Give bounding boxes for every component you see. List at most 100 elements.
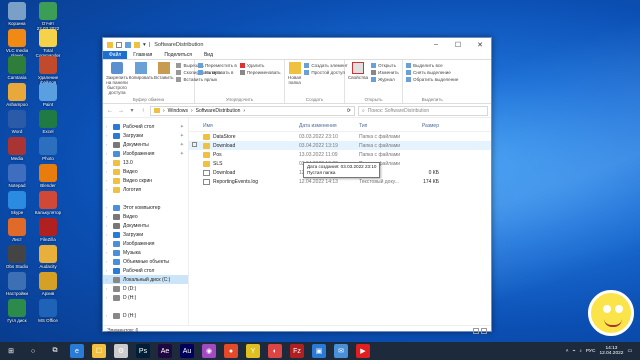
select-all-button[interactable]: Выделить все	[406, 63, 458, 68]
minimize-button[interactable]: –	[425, 38, 447, 51]
desktop-icon[interactable]: Настройки	[2, 272, 32, 301]
easy-access-button[interactable]: Простой доступ	[304, 70, 348, 75]
desktop-icon[interactable]: Photo	[33, 137, 63, 166]
language-indicator[interactable]: РУС	[586, 349, 596, 354]
chevron-up-icon[interactable]: ˄	[566, 349, 569, 354]
details-view-icon[interactable]	[473, 327, 479, 334]
forward-arrow-icon[interactable]: →	[117, 108, 125, 114]
chevron-right-icon[interactable]: ›	[106, 295, 110, 300]
chevron-down-icon[interactable]: ▾	[128, 107, 136, 114]
nav-item[interactable]: › Видео	[103, 212, 188, 221]
pin-icon[interactable]: ✦	[180, 124, 184, 130]
column-modified[interactable]: Дата изменения	[299, 123, 359, 129]
chevron-right-icon[interactable]: ›	[106, 277, 110, 282]
file-row[interactable]: DataStore 03.03.2022 23:10 Папка с файлами	[189, 132, 491, 141]
desktop-icon[interactable]: Media	[2, 137, 32, 166]
nav-item[interactable]: › D (H:)	[103, 293, 188, 302]
chevron-right-icon[interactable]: ›	[106, 124, 110, 129]
desktop-icon[interactable]: Удаление файлов	[33, 56, 63, 85]
file-row[interactable]: ReportingEvents.log 12.04.2022 14:13 Текст…	[189, 177, 491, 186]
column-size[interactable]: Размер	[409, 123, 439, 129]
new-item-button[interactable]: Создать элемент	[304, 63, 348, 68]
nav-item[interactable]: › Локальный диск (C:)	[103, 275, 188, 284]
desktop-icon[interactable]: Word	[2, 110, 32, 139]
chevron-right-icon[interactable]: ›	[106, 178, 110, 183]
desktop-icon[interactable]: Camtasia	[2, 56, 32, 85]
taskbar-app[interactable]: ⚙	[114, 344, 128, 358]
taskbar-app[interactable]: ▶	[356, 344, 370, 358]
nav-item[interactable]: › Рабочий стол	[103, 266, 188, 275]
nav-item[interactable]: › Объемные объекты	[103, 257, 188, 266]
taskbar-app[interactable]: ◐	[268, 344, 282, 358]
paste-button[interactable]: Вставить	[154, 62, 173, 101]
desktop-icon[interactable]: Отчёт 22.03.2022	[33, 2, 63, 31]
chevron-right-icon[interactable]: ›	[106, 187, 110, 192]
desktop-icon[interactable]: Notepad	[2, 164, 32, 193]
taskbar-app[interactable]: ⧉	[48, 344, 62, 358]
nav-item[interactable]: › Видео	[103, 167, 188, 176]
chevron-right-icon[interactable]: ›	[106, 286, 110, 291]
chevron-right-icon[interactable]: ›	[106, 151, 110, 156]
desktop-icon[interactable]: Total Commander	[33, 29, 63, 58]
taskbar-app[interactable]: ✉	[334, 344, 348, 358]
column-name[interactable]: Имя	[203, 123, 299, 129]
pin-icon[interactable]: ✦	[180, 133, 184, 139]
copy-to-button[interactable]: Копировать в	[198, 70, 237, 75]
column-type[interactable]: Тип	[359, 123, 409, 129]
pin-icon[interactable]: ✦	[180, 151, 184, 157]
open-button[interactable]: Открыть	[371, 63, 399, 68]
search-input[interactable]: ⌕ Поиск: SoftwareDistribution	[358, 105, 488, 116]
desktop-icon[interactable]: Audacity	[33, 245, 63, 274]
desktop-icon[interactable]: Paint	[33, 83, 63, 112]
network-icon[interactable]: ⌁	[573, 349, 576, 354]
rename-button[interactable]: Переименовать	[239, 70, 281, 75]
address-bar[interactable]: › Windows › SoftwareDistribution › ⟳	[150, 105, 355, 116]
chevron-right-icon[interactable]: ›	[106, 223, 110, 228]
desktop-icon[interactable]: Excel	[33, 110, 63, 139]
nav-item[interactable]: › Рабочий стол ✦	[103, 122, 188, 131]
nav-item[interactable]: › Этот компьютер	[103, 203, 188, 212]
chevron-down-icon[interactable]: ▾	[143, 42, 146, 48]
invert-selection-button[interactable]: Обратить выделение	[406, 77, 458, 82]
chevron-right-icon[interactable]: ›	[106, 169, 110, 174]
desktop-icon[interactable]: Obs Studio	[2, 245, 32, 274]
pin-button[interactable]: Закрепить на панели быстрого доступа	[106, 62, 128, 101]
volume-icon[interactable]: ♪	[579, 349, 581, 354]
nav-item[interactable]: › Музыка	[103, 248, 188, 257]
tab-home[interactable]: Главная	[127, 51, 158, 59]
desktop-icon[interactable]: Калькулятор	[33, 191, 63, 220]
select-none-button[interactable]: Снять выделение	[406, 70, 458, 75]
nav-item[interactable]: › D (D:)	[103, 284, 188, 293]
desktop-icon[interactable]: VLC media player	[2, 29, 32, 58]
new-folder-button[interactable]: Новая папка	[288, 62, 301, 101]
nav-item[interactable]: › Загрузки	[103, 230, 188, 239]
chevron-right-icon[interactable]: ›	[106, 133, 110, 138]
nav-item[interactable]: › Изображения	[103, 239, 188, 248]
close-button[interactable]: ✕	[469, 38, 491, 51]
checkbox-icon[interactable]	[116, 41, 122, 48]
desktop-icon[interactable]: Blender	[33, 164, 63, 193]
desktop-icon[interactable]: FileZilla	[33, 218, 63, 247]
tab-view[interactable]: Вид	[198, 51, 219, 59]
chevron-right-icon[interactable]: ›	[106, 250, 110, 255]
properties-icon[interactable]	[125, 41, 131, 48]
desktop-icon[interactable]: Гугл диск	[2, 299, 32, 328]
nav-item[interactable]: › Видео скрин	[103, 176, 188, 185]
desktop-icon[interactable]: Ashampoo	[2, 83, 32, 112]
nav-item[interactable]: › Изображения ✦	[103, 149, 188, 158]
desktop-icon[interactable]: Skype	[2, 191, 32, 220]
chevron-right-icon[interactable]: ›	[106, 268, 110, 273]
nav-item[interactable]: › D (H:)	[103, 311, 188, 320]
file-row[interactable]: Download 03.04.2022 13:19 Папка с файлами	[189, 141, 491, 150]
desktop-icon[interactable]: Архив	[33, 272, 63, 301]
chevron-right-icon[interactable]: ›	[106, 241, 110, 246]
desktop-icon[interactable]: MS Office	[33, 299, 63, 328]
search-button[interactable]: ○	[26, 344, 40, 358]
chevron-right-icon[interactable]: ›	[106, 214, 110, 219]
tiles-view-icon[interactable]	[481, 327, 487, 334]
file-row[interactable]: Pos 13.03.2022 11:09 Папка с файлами	[189, 150, 491, 159]
chevron-right-icon[interactable]: ›	[106, 259, 110, 264]
taskbar-app[interactable]: ◉	[202, 344, 216, 358]
start-button[interactable]: ⊞	[4, 344, 18, 358]
taskbar-app[interactable]: Ps	[136, 344, 150, 358]
